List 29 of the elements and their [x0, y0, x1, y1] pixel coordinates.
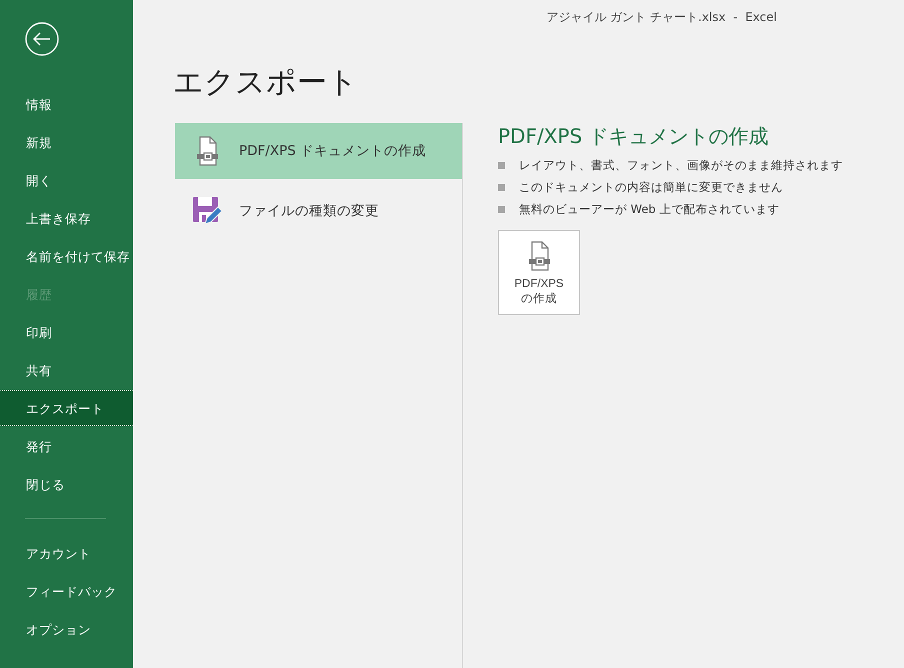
sidebar-item[interactable]: 発行 [0, 428, 133, 464]
bullet-text: レイアウト、書式、フォント、画像がそのまま維持されます [519, 158, 843, 172]
window-title: アジャイル ガント チャート.xlsx - Excel [546, 8, 777, 26]
bullet-text: 無料のビューアーが Web 上で配布されています [519, 202, 780, 216]
back-icon[interactable] [25, 22, 59, 56]
bullet-text: このドキュメントの内容は簡単に変更できません [519, 180, 783, 194]
export-option[interactable]: PDF/XPS ドキュメントの作成 [175, 123, 462, 179]
sidebar-item[interactable]: 共有 [0, 352, 133, 388]
sidebar-item[interactable]: フィードバック [0, 573, 133, 609]
create-pdf-button[interactable]: PDF/XPS の作成 [498, 230, 580, 315]
sidebar-item[interactable]: 開く [0, 162, 133, 198]
document-icon [526, 241, 552, 271]
sidebar-item[interactable]: アカウント [0, 535, 133, 571]
bullet-icon [498, 206, 505, 212]
sidebar-item[interactable]: オプション [0, 611, 133, 647]
sidebar-item[interactable]: 情報 [0, 86, 133, 122]
sidebar-item[interactable]: 名前を付けて保存 [0, 238, 133, 274]
section-title: PDF/XPS ドキュメントの作成 [498, 123, 770, 150]
floppy-pencil-icon [192, 196, 222, 226]
sidebar-item[interactable]: 印刷 [0, 314, 133, 350]
document-icon [194, 136, 220, 166]
bullet-icon [498, 162, 505, 168]
export-option[interactable]: ファイルの種類の変更 [175, 183, 462, 239]
sidebar-item[interactable]: 上書き保存 [0, 200, 133, 236]
sidebar-item[interactable]: 閉じる [0, 466, 133, 502]
bullet-icon [498, 184, 505, 190]
page-heading: エクスポート [173, 64, 359, 102]
sidebar-item[interactable]: 新規 [0, 124, 133, 160]
sidebar-item[interactable]: エクスポート [0, 390, 133, 426]
